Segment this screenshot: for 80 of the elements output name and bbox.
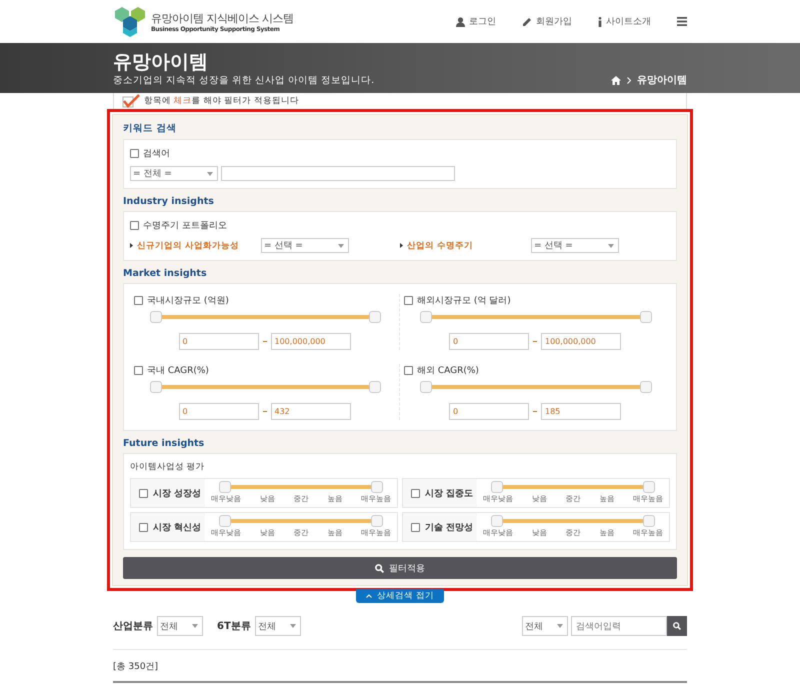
check-mark-icon [122,94,140,108]
home-icon[interactable] [611,76,621,84]
checkbox[interactable] [134,296,143,305]
filter-label: 산업의 수명주기 [407,240,474,252]
logo-icon [113,6,147,36]
apply-filter-button[interactable]: 필터적용 [123,557,677,579]
search-field[interactable]: 검색어입력 [571,616,667,636]
checkbox-label: 시장 혁신성 [153,522,202,534]
logo-title: 유망아이템 지식베이스 시스템 [151,10,294,26]
search-icon [673,621,681,631]
checkbox-label: 수명주기 포트폴리오 [143,220,227,232]
caret-icon [290,624,296,628]
checkbox[interactable] [404,296,413,305]
range-slider[interactable] [150,311,381,323]
collapse-button[interactable]: 상세검색 접기 [356,589,444,603]
checkbox-label: 검색어 [143,148,170,160]
filter-label: 6T분류 [217,620,251,633]
chevron-icon [627,76,631,84]
checkbox[interactable] [411,488,420,498]
input-field[interactable] [221,166,455,181]
checkbox[interactable] [139,522,148,532]
notice-text: 항목에 체크를 해야 필터가 적용됩니다 [144,95,299,107]
checkbox[interactable] [139,488,148,498]
search-icon [375,564,384,572]
breadcrumb: 유망아이템 [637,74,687,87]
page-title: 유망아이템 [113,50,209,74]
caret-icon [557,624,563,628]
section-heading: 키워드 검색 [123,122,178,135]
subheading: 아이템사업성 평가 [130,461,206,473]
checkbox[interactable] [130,221,139,230]
select-dropdown[interactable]: 전체 [254,616,301,636]
page-subtitle: 중소기업의 지속적 성장을 위한 신사업 아이템 정보입니다. [113,74,374,87]
dash-icon [262,341,266,342]
checkbox[interactable] [404,366,413,375]
checkbox-label: 국내시장규모 (억원) [147,295,229,307]
caret-icon [192,624,198,628]
caret-icon [608,244,614,248]
section-heading: Future insights [123,438,206,449]
dash-icon [533,341,537,342]
info-icon [598,16,602,26]
select-dropdown[interactable]: 전체 [522,616,568,636]
range-slider[interactable] [420,311,652,323]
filter-label: 신규기업의 사업화가능성 [137,240,240,252]
dash-icon [262,411,266,412]
user-icon [456,16,465,26]
range-slider[interactable] [491,481,655,493]
range-slider[interactable] [491,515,655,527]
chevron-up-icon [366,594,372,598]
checkbox-label: 시장 성장성 [153,488,202,500]
bullet-icon [400,243,403,248]
bullet-icon [130,243,133,248]
select-dropdown[interactable]: 전체 [157,616,203,636]
dash-icon [533,411,537,412]
checkbox-label: 기술 전망성 [425,522,474,534]
range-slider[interactable] [150,381,381,393]
select-dropdown[interactable]: = 전체 = [130,166,218,181]
menu-icon[interactable] [677,17,687,26]
checkbox-label: 시장 집중도 [425,488,474,500]
nav-link[interactable]: 로그인 [444,15,496,28]
filter-label: 산업분류 [113,620,153,633]
select-dropdown[interactable]: = 선택 = [261,238,349,253]
caret-icon [338,244,344,248]
search-button[interactable] [667,616,687,636]
section-heading: Market insights [123,268,208,279]
checkbox-label: 해외 CAGR(%) [417,365,479,377]
checkbox-label: 국내 CAGR(%) [147,365,209,377]
caret-icon [207,172,213,176]
range-slider[interactable] [219,515,383,527]
nav-link[interactable]: 회원가입 [510,15,572,28]
range-slider[interactable] [219,481,383,493]
nav-link[interactable]: 사이트소개 [586,15,651,28]
result-count: [총 350건] [113,650,687,683]
range-slider[interactable] [420,381,652,393]
checkbox[interactable] [411,522,420,532]
checkbox[interactable] [130,149,139,158]
checkbox[interactable] [134,366,143,375]
section-heading: Industry insights [123,196,215,207]
select-dropdown[interactable]: = 선택 = [531,238,619,253]
pencil-icon [522,16,532,26]
checkbox-label: 해외시장규모 (억 달러) [417,295,511,307]
